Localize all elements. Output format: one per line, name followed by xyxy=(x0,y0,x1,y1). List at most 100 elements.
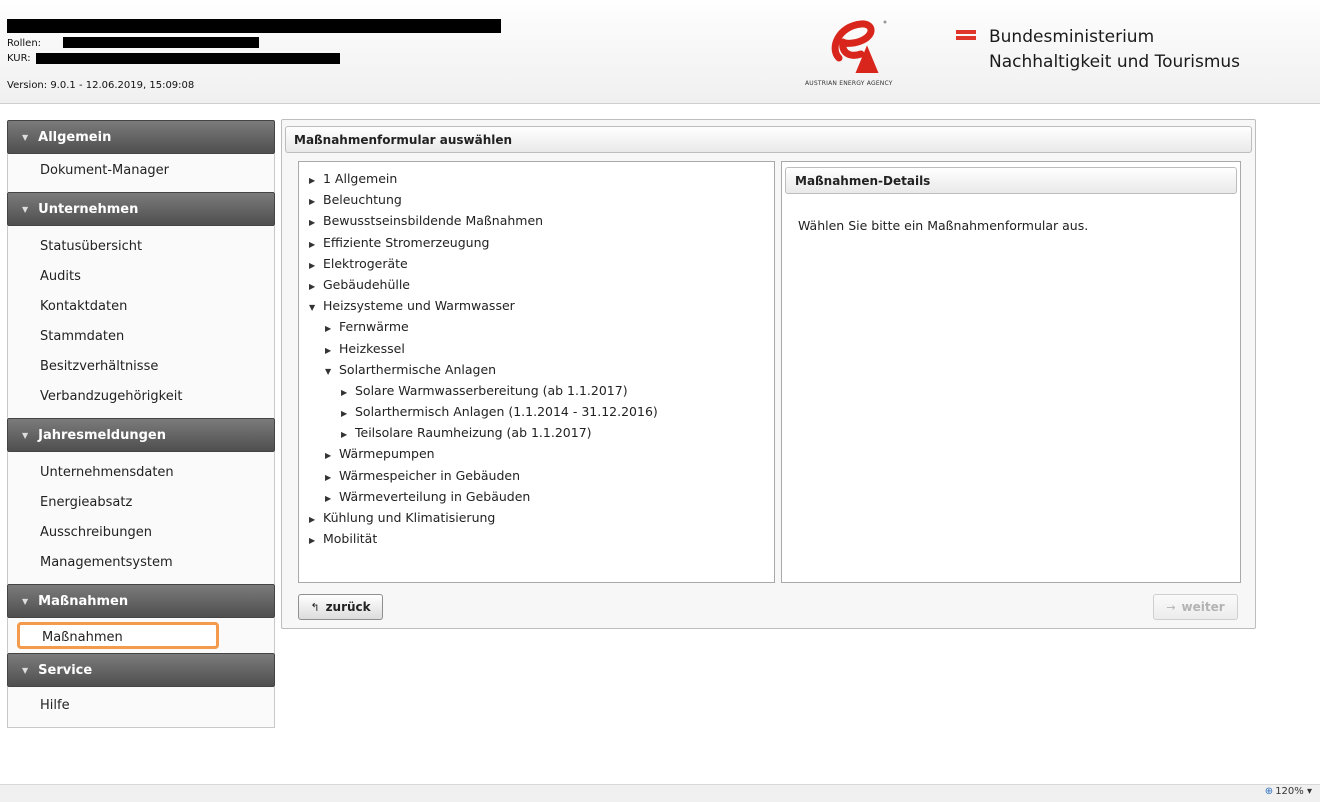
sidebar-item-unternehmensdaten[interactable]: Unternehmensdaten xyxy=(8,458,274,488)
caret-right-icon[interactable]: ▶ xyxy=(309,509,319,530)
sidebar-item-statusuebersicht[interactable]: Statusübersicht xyxy=(8,232,274,262)
tree-node[interactable]: ▶ Wärmepumpen xyxy=(299,443,774,464)
caret-right-icon[interactable]: ▶ xyxy=(309,530,319,551)
tree-node[interactable]: ▶ Kühlung und Klimatisierung xyxy=(299,507,774,528)
tree-node[interactable]: ▶ Bewusstseinsbildende Maßnahmen xyxy=(299,210,774,231)
sidebar-item-verbandzugehoerigkeit[interactable]: Verbandzugehörigkeit xyxy=(8,382,274,412)
tree-node-label: Wärmepumpen xyxy=(339,446,435,462)
right-arrow-icon: → xyxy=(1166,601,1176,614)
austria-flag-icon xyxy=(956,30,976,42)
zoom-icon: ⊕ xyxy=(1264,786,1274,797)
caret-right-icon[interactable]: ▶ xyxy=(309,170,319,191)
status-bar: ⊕ 120% ▾ xyxy=(0,784,1320,802)
sidebar-section-body: Statusübersicht Audits Kontaktdaten Stam… xyxy=(7,226,275,418)
sidebar-section-jahresmeldungen[interactable]: ▼ Jahresmeldungen xyxy=(7,418,275,452)
tree-node-label: Wärmeverteilung in Gebäuden xyxy=(339,488,531,504)
tree-node[interactable]: ▶ Elektrogeräte xyxy=(299,253,774,274)
sidebar-item-energieabsatz[interactable]: Energieabsatz xyxy=(8,488,274,518)
tree-node[interactable]: ▶ Fernwärme xyxy=(299,316,774,337)
tree-node-label: Heizkessel xyxy=(339,340,405,356)
caret-right-icon[interactable]: ▶ xyxy=(341,403,351,424)
chevron-down-icon: ▾ xyxy=(1306,786,1312,797)
caret-right-icon[interactable]: ▶ xyxy=(341,382,351,403)
caret-right-icon[interactable]: ▶ xyxy=(309,276,319,297)
redacted-roles xyxy=(63,37,259,48)
app-header: Rollen: KUR: Version: 9.0.1 - 12.06.2019… xyxy=(0,0,1320,104)
tree-node[interactable]: ▶ Wärmespeicher in Gebäuden xyxy=(299,465,774,486)
undo-arrow-icon: ↰ xyxy=(310,601,320,614)
sidebar-section-service[interactable]: ▼ Service xyxy=(7,653,275,687)
sidebar-item-besitzverhaeltnisse[interactable]: Besitzverhältnisse xyxy=(8,352,274,382)
chevron-down-icon: ▼ xyxy=(22,132,29,142)
sidebar-section-body: Unternehmensdaten Energieabsatz Ausschre… xyxy=(7,452,275,584)
caret-right-icon[interactable]: ▶ xyxy=(309,234,319,255)
next-button-label: weiter xyxy=(1181,600,1225,614)
sidebar-section-title: Unternehmen xyxy=(38,201,139,217)
sidebar-item-dokument-manager[interactable]: Dokument-Manager xyxy=(8,156,274,186)
redacted-user-name xyxy=(7,19,501,33)
version-text: Version: 9.0.1 - 12.06.2019, 15:09:08 xyxy=(7,80,195,91)
tree-node[interactable]: ▶ Beleuchtung xyxy=(299,189,774,210)
sidebar-section-massnahmen[interactable]: ▼ Maßnahmen xyxy=(7,584,275,618)
sidebar-section-title: Jahresmeldungen xyxy=(38,427,166,443)
sidebar-section-unternehmen[interactable]: ▼ Unternehmen xyxy=(7,192,275,226)
caret-down-icon[interactable]: ▼ xyxy=(325,361,335,382)
caret-right-icon[interactable]: ▶ xyxy=(325,340,335,361)
kur-label: KUR: xyxy=(7,53,31,64)
sidebar-item-audits[interactable]: Audits xyxy=(8,262,274,292)
tree-node[interactable]: ▶ Effiziente Stromerzeugung xyxy=(299,232,774,253)
sidebar-section-body: Dokument-Manager xyxy=(7,154,275,192)
page-title: Maßnahmenformular auswählen xyxy=(285,126,1252,153)
sidebar-item-massnahmen[interactable]: Maßnahmen xyxy=(17,622,219,649)
energy-agency-logo-icon xyxy=(831,20,887,73)
zoom-control[interactable]: ⊕ 120% ▾ xyxy=(1265,786,1312,797)
caret-right-icon[interactable]: ▶ xyxy=(325,445,335,466)
tree-node[interactable]: ▼ Heizsysteme und Warmwasser xyxy=(299,295,774,316)
tree-node-label: Beleuchtung xyxy=(323,192,402,208)
tree-node[interactable]: ▶ Solarthermisch Anlagen (1.1.2014 - 31.1… xyxy=(299,401,774,422)
ministry-title-line1: Bundesministerium xyxy=(989,27,1155,47)
next-button[interactable]: → weiter xyxy=(1153,594,1238,620)
sidebar-section-allgemein[interactable]: ▼ Allgemein xyxy=(7,120,275,154)
tree-node[interactable]: ▶ 1 Allgemein xyxy=(299,168,774,189)
sidebar-item-stammdaten[interactable]: Stammdaten xyxy=(8,322,274,352)
tree-node[interactable]: ▶ Teilsolare Raumheizung (ab 1.1.2017) xyxy=(299,422,774,443)
details-panel: Maßnahmen-Details Wählen Sie bitte ein M… xyxy=(781,161,1241,583)
caret-right-icon[interactable]: ▶ xyxy=(325,467,335,488)
tree-node-label: 1 Allgemein xyxy=(323,171,398,186)
tree-node-label: Heizsysteme und Warmwasser xyxy=(323,298,515,314)
tree-node[interactable]: ▶ Solare Warmwasserbereitung (ab 1.1.2017… xyxy=(299,380,774,401)
caret-right-icon[interactable]: ▶ xyxy=(341,424,351,445)
tree-node-label: Elektrogeräte xyxy=(323,255,408,271)
caret-right-icon[interactable]: ▶ xyxy=(309,191,319,212)
details-hint-text: Wählen Sie bitte ein Maßnahmenformular a… xyxy=(798,218,1089,233)
chevron-down-icon: ▼ xyxy=(22,596,29,606)
tree-node[interactable]: ▶ Heizkessel xyxy=(299,338,774,359)
tree-node-label: Wärmespeicher in Gebäuden xyxy=(339,467,521,483)
sidebar-item-managementsystem[interactable]: Managementsystem xyxy=(8,548,274,578)
tree-node[interactable]: ▶ Gebäudehülle xyxy=(299,274,774,295)
tree-node-label: Solarthermisch Anlagen (1.1.2014 - 31.12… xyxy=(355,404,658,420)
sidebar-item-ausschreibungen[interactable]: Ausschreibungen xyxy=(8,518,274,548)
back-button[interactable]: ↰ zurück xyxy=(298,594,383,620)
sidebar-item-kontaktdaten[interactable]: Kontaktdaten xyxy=(8,292,274,322)
caret-right-icon[interactable]: ▶ xyxy=(309,212,319,233)
tree-node-label: Teilsolare Raumheizung (ab 1.1.2017) xyxy=(355,425,592,441)
tree-node[interactable]: ▶ Mobilität xyxy=(299,528,774,549)
caret-right-icon[interactable]: ▶ xyxy=(309,255,319,276)
tree-node-label: Gebäudehülle xyxy=(323,276,410,292)
measure-tree-panel: ▶ 1 Allgemein ▶ Beleuchtung ▶ Bewusstseinsbil… xyxy=(298,161,775,583)
redacted-kur xyxy=(36,53,340,64)
sidebar-item-hilfe[interactable]: Hilfe xyxy=(8,691,274,721)
caret-right-icon[interactable]: ▶ xyxy=(325,488,335,509)
caret-right-icon[interactable]: ▶ xyxy=(325,318,335,339)
tree-node-label: Fernwärme xyxy=(339,319,409,335)
zoom-level: 120% xyxy=(1275,786,1304,797)
tree-node[interactable]: ▶ Wärmeverteilung in Gebäuden xyxy=(299,486,774,507)
sidebar-section-body: Hilfe xyxy=(7,687,275,728)
caret-down-icon[interactable]: ▼ xyxy=(309,297,319,318)
chevron-down-icon: ▼ xyxy=(22,204,29,214)
tree-node[interactable]: ▼ Solarthermische Anlagen xyxy=(299,359,774,380)
sidebar-section-title: Service xyxy=(38,662,93,678)
tree-node-label: Bewusstseinsbildende Maßnahmen xyxy=(323,213,544,229)
